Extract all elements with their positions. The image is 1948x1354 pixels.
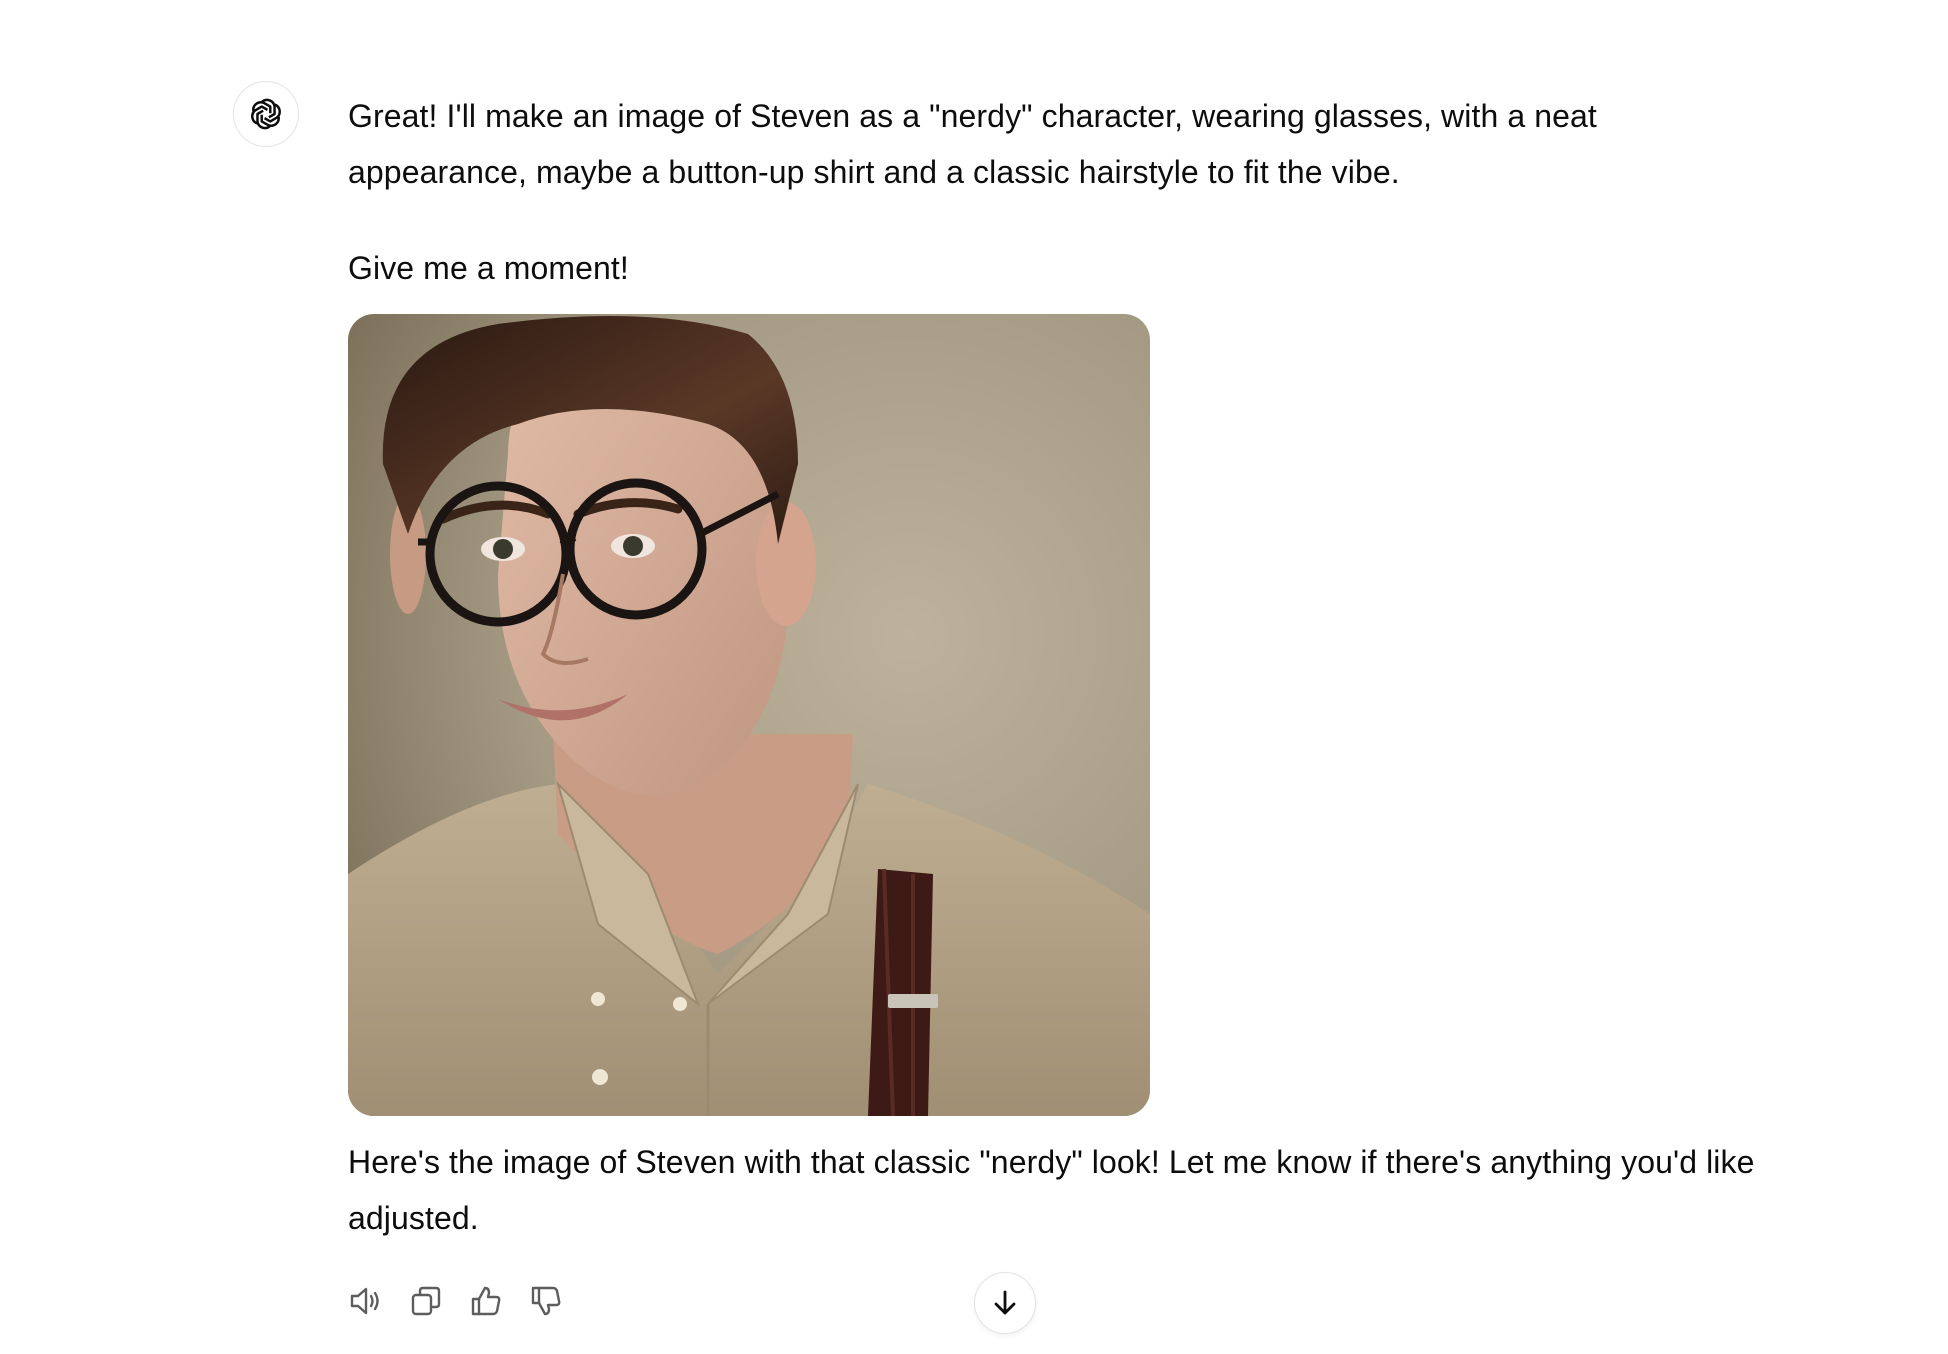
- copy-icon: [411, 1286, 441, 1316]
- thumbs-up-button[interactable]: [467, 1282, 505, 1320]
- assistant-avatar: [233, 81, 299, 147]
- thumbs-down-button[interactable]: [527, 1282, 565, 1320]
- openai-logo-icon: [251, 98, 281, 130]
- thumbs-down-icon: [531, 1286, 561, 1316]
- scroll-to-bottom-button[interactable]: [974, 1272, 1036, 1334]
- arrow-down-icon: [994, 1290, 1016, 1315]
- read-aloud-button[interactable]: [347, 1282, 385, 1320]
- assistant-message: Great! I'll make an image of Steven as a…: [348, 88, 1768, 1246]
- generated-portrait-image[interactable]: [348, 314, 1150, 1116]
- message-moment-text: Give me a moment!: [348, 250, 629, 286]
- message-intro-text: Great! I'll make an image of Steven as a…: [348, 98, 1597, 190]
- thumbs-up-icon: [471, 1286, 501, 1316]
- copy-button[interactable]: [407, 1282, 445, 1320]
- message-followup-text: Here's the image of Steven with that cla…: [348, 1144, 1755, 1236]
- speaker-icon: [350, 1287, 379, 1315]
- message-action-bar: [347, 1282, 565, 1320]
